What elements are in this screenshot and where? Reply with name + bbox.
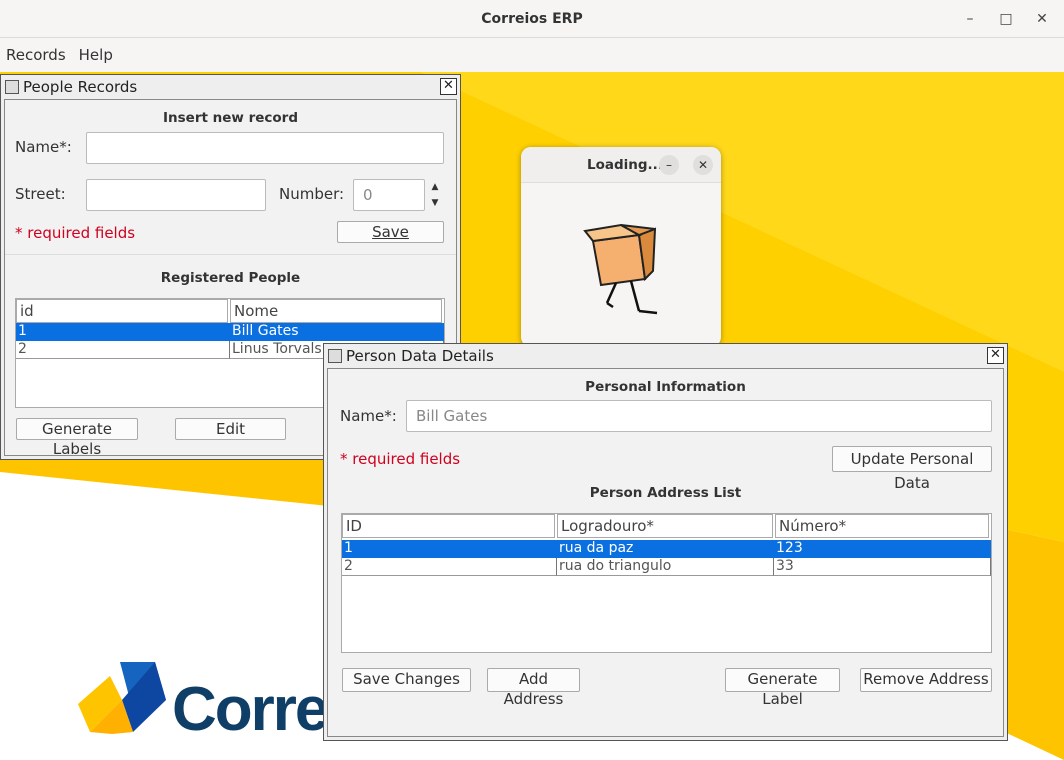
close-icon[interactable]: ✕ bbox=[1034, 9, 1050, 29]
required-fields-note: * required fields bbox=[15, 224, 136, 242]
generate-labels-button[interactable]: Generate Labels bbox=[16, 418, 138, 458]
personal-info-title: Personal Information bbox=[585, 379, 746, 395]
person-details-body: Personal Information Name*: Bill Gates *… bbox=[327, 368, 1004, 737]
main-titlebar: Correios ERP – □ ✕ bbox=[0, 0, 1064, 38]
name-label: Name*: bbox=[15, 138, 72, 156]
name-input[interactable] bbox=[86, 132, 444, 164]
name-input[interactable]: Bill Gates bbox=[406, 400, 992, 432]
remove-address-button[interactable]: Remove Address bbox=[860, 668, 992, 692]
person-details-title: Person Data Details bbox=[346, 347, 494, 365]
table-row[interactable]: 1 rua da paz 123 bbox=[342, 540, 991, 558]
insert-section-title: Insert new record bbox=[163, 110, 298, 126]
column-header-logradouro[interactable]: Logradouro* bbox=[557, 514, 773, 538]
table-cell-id: 1 bbox=[16, 323, 230, 341]
person-details-frame[interactable]: Person Data Details ✕ Personal Informati… bbox=[323, 343, 1008, 741]
divider bbox=[5, 254, 456, 255]
walking-box-icon bbox=[583, 223, 658, 315]
window-controls: – □ ✕ bbox=[962, 9, 1050, 29]
column-header-id[interactable]: ID bbox=[342, 514, 555, 538]
menu-records[interactable]: Records bbox=[6, 46, 66, 64]
people-table-header: id Nome bbox=[16, 299, 444, 323]
registered-section-title: Registered People bbox=[160, 270, 301, 286]
table-cell-number: 123 bbox=[774, 540, 991, 558]
loading-dialog[interactable]: Loading... – ✕ bbox=[521, 147, 721, 347]
spinner-down-icon[interactable]: ▼ bbox=[426, 195, 444, 211]
table-cell-number: 33 bbox=[774, 558, 991, 576]
table-cell-id: 2 bbox=[342, 558, 557, 576]
address-table-header: ID Logradouro* Número* bbox=[342, 514, 991, 538]
address-table[interactable]: ID Logradouro* Número* 1 rua da paz 123 … bbox=[341, 513, 992, 653]
menu-help[interactable]: Help bbox=[79, 46, 113, 64]
table-cell-street: rua do triangulo bbox=[557, 558, 774, 576]
add-address-button[interactable]: Add Address bbox=[487, 668, 580, 708]
people-records-title: People Records bbox=[23, 78, 138, 96]
menubar: Records Help bbox=[0, 38, 1064, 72]
frame-icon bbox=[328, 349, 342, 363]
minimize-icon[interactable]: – bbox=[962, 9, 978, 29]
street-label: Street: bbox=[15, 185, 66, 203]
frame-icon bbox=[5, 80, 19, 94]
close-icon[interactable]: ✕ bbox=[693, 155, 713, 175]
window-title: Correios ERP bbox=[481, 10, 583, 27]
table-cell-id: 2 bbox=[16, 341, 230, 359]
column-header-nome[interactable]: Nome bbox=[230, 299, 442, 323]
address-list-title: Person Address List bbox=[589, 485, 742, 501]
table-row[interactable]: 2 rua do triangulo 33 bbox=[342, 558, 991, 576]
save-button[interactable]: Save bbox=[337, 221, 444, 243]
loading-dialog-header[interactable]: Loading... – ✕ bbox=[521, 147, 721, 183]
column-header-id[interactable]: id bbox=[16, 299, 228, 323]
maximize-icon[interactable]: □ bbox=[998, 9, 1014, 29]
table-row[interactable]: 1 Bill Gates bbox=[16, 323, 444, 341]
loading-dialog-title: Loading... bbox=[587, 157, 663, 173]
update-personal-data-button[interactable]: Update Personal Data bbox=[832, 446, 992, 492]
required-fields-note: * required fields bbox=[340, 450, 461, 468]
table-cell-name: Bill Gates bbox=[230, 323, 444, 341]
person-details-header[interactable]: Person Data Details bbox=[324, 344, 1007, 368]
spinner-up-icon[interactable]: ▲ bbox=[426, 179, 444, 195]
save-changes-button[interactable]: Save Changes bbox=[342, 668, 471, 692]
people-records-header[interactable]: People Records bbox=[1, 75, 460, 99]
minimize-icon[interactable]: – bbox=[659, 155, 679, 175]
close-icon[interactable]: ✕ bbox=[440, 78, 457, 95]
table-cell-id: 1 bbox=[342, 540, 557, 558]
column-header-numero[interactable]: Número* bbox=[775, 514, 989, 538]
table-cell-street: rua da paz bbox=[557, 540, 774, 558]
name-label: Name*: bbox=[340, 407, 397, 425]
logo-text: Corre bbox=[172, 675, 329, 744]
close-icon[interactable]: ✕ bbox=[987, 347, 1004, 364]
number-spinner-input[interactable]: 0 bbox=[353, 179, 425, 211]
number-label: Number: bbox=[279, 185, 345, 203]
street-input[interactable] bbox=[86, 179, 266, 211]
generate-label-button[interactable]: Generate Label bbox=[725, 668, 840, 708]
edit-button[interactable]: Edit bbox=[175, 418, 286, 440]
